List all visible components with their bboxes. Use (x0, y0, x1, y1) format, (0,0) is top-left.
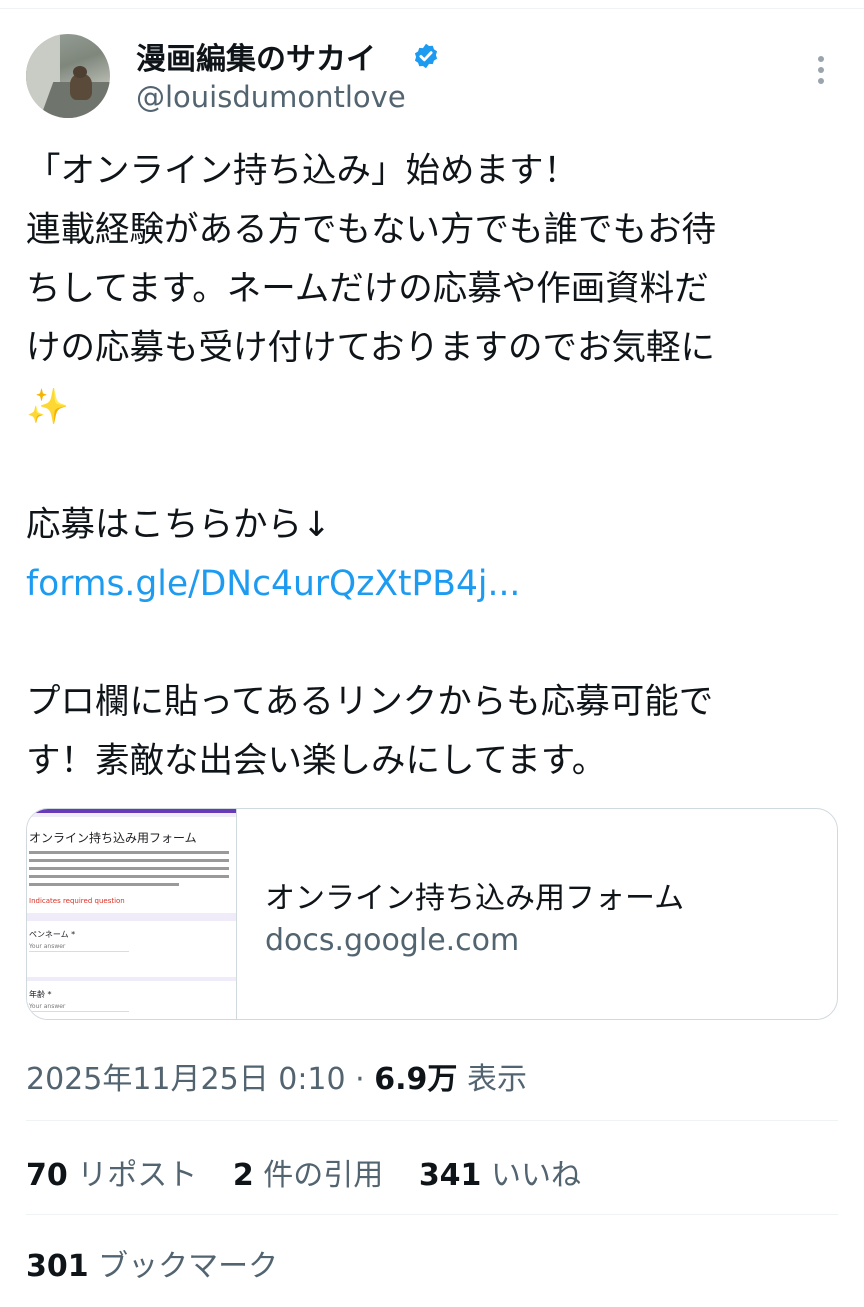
meta-separator: · (355, 1062, 365, 1097)
stats-divider (26, 1120, 838, 1121)
tweet-link[interactable]: forms.gle/DNc4urQzXtPB4j... (26, 555, 846, 614)
card-thumbnail: オンライン持ち込み用フォーム Indicates required questi… (27, 809, 237, 1019)
bookmarks-stat[interactable]: 301 ブックマーク (26, 1241, 278, 1285)
form-text-line (29, 851, 229, 854)
form-accent-bar (27, 809, 236, 813)
bookmarks-divider (26, 1214, 838, 1215)
views-label: 表示 (466, 1062, 527, 1097)
form-field-label: 年齢 * (29, 990, 52, 999)
avatar-cat (70, 66, 92, 100)
tweet-line: ちしてます。ネームだけの応募や作画資料だ (26, 269, 709, 309)
tweet-line: 「オンライン持ち込み」始めます！ (26, 151, 578, 191)
more-options-icon[interactable] (806, 50, 836, 90)
form-field: ペンネーム * Your answer (27, 921, 236, 977)
engagement-stats: 70 リポスト 2 件の引用 341 いいね (26, 1150, 581, 1194)
card-title: オンライン持ち込み用フォーム (265, 881, 685, 916)
tweet-text: 「オンライン持ち込み」始めます！ 連載経験がある方でもない方でも誰でもお待 ちし… (26, 142, 846, 791)
verified-badge-icon (414, 43, 438, 69)
reposts-stat[interactable]: 70 リポスト (26, 1158, 197, 1193)
tweet-line: 連載経験がある方でもない方でも誰でもお待 (26, 210, 716, 250)
form-text-line (29, 859, 229, 862)
avatar[interactable] (26, 34, 110, 118)
form-field-underline (29, 951, 129, 952)
form-text-line (29, 867, 229, 870)
author-name[interactable]: 漫画編集のサカイ (136, 34, 376, 78)
form-field-placeholder: Your answer (29, 1003, 66, 1010)
card-domain: docs.google.com (265, 923, 520, 958)
tweet-line: プロ欄に貼ってあるリンクからも応募可能で (26, 682, 714, 722)
form-field-underline (29, 1011, 129, 1012)
views-count: 6.9万 (374, 1062, 458, 1097)
form-required-note: Indicates required question (29, 897, 125, 905)
tweet-line: けの応募も受け付けておりますのでお気軽に (26, 328, 715, 368)
quotes-stat[interactable]: 2 件の引用 (233, 1158, 383, 1193)
form-header-panel: オンライン持ち込み用フォーム Indicates required questi… (27, 817, 236, 913)
tweet-meta: 2025年11月25日 0:10 · 6.9万 表示 (26, 1054, 527, 1098)
sparkles-emoji: ✨ (26, 387, 69, 427)
form-field-label: ペンネーム * (29, 930, 76, 939)
top-divider (0, 8, 864, 9)
form-text-line (29, 875, 229, 878)
form-text-line (29, 883, 179, 886)
link-preview-card[interactable]: オンライン持ち込み用フォーム Indicates required questi… (26, 808, 838, 1020)
form-title: オンライン持ち込み用フォーム (29, 831, 197, 845)
tweet-line: す！素敵な出会い楽しみにしてます。 (26, 741, 607, 781)
form-field-placeholder: Your answer (29, 943, 66, 950)
timestamp[interactable]: 2025年11月25日 0:10 (26, 1062, 346, 1097)
author-handle[interactable]: @louisdumontlove (136, 80, 406, 114)
likes-stat[interactable]: 341 いいね (419, 1158, 581, 1193)
tweet-line: 応募はこちらから↓ (26, 505, 331, 545)
form-field: 年齢 * Your answer (27, 981, 236, 1019)
